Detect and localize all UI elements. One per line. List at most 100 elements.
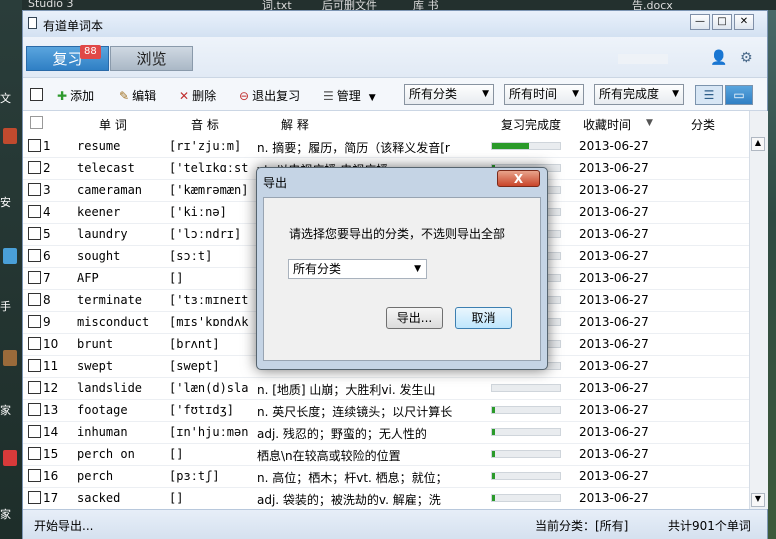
- row-checkbox[interactable]: [28, 337, 41, 350]
- row-phonetic: [ɪn'hjuːmən]: [169, 425, 249, 439]
- row-checkbox[interactable]: [28, 491, 41, 504]
- export-category-select[interactable]: 所有分类 ▼: [288, 259, 427, 279]
- desktop-app-icon[interactable]: [3, 450, 17, 466]
- review-progress-fill: [492, 143, 530, 149]
- vertical-scrollbar[interactable]: ▲ ▼: [749, 111, 768, 509]
- row-phonetic: ['tɜːmɪneɪt]: [169, 293, 249, 307]
- card-view-button[interactable]: ▭: [725, 85, 753, 105]
- table-row[interactable]: 1 resume [rɪ'zjuːm] n. 摘要；履历，简历（该释义发音[r 2013…: [23, 135, 749, 158]
- exit-review-button[interactable]: ⊖ 退出复习: [239, 87, 300, 104]
- export-category-value: 所有分类: [293, 262, 342, 276]
- minimize-button[interactable]: —: [690, 14, 710, 30]
- column-header-category[interactable]: 分类: [691, 116, 715, 133]
- row-word: brunt: [77, 337, 114, 351]
- cancel-button[interactable]: 取消: [455, 307, 512, 329]
- row-checkbox[interactable]: [28, 205, 41, 218]
- review-count-badge: 88: [80, 45, 101, 59]
- progress-filter-select[interactable]: 所有完成度 ▼: [594, 84, 684, 105]
- column-header-progress[interactable]: 复习完成度: [501, 116, 561, 133]
- close-button[interactable]: ✕: [734, 14, 754, 30]
- desktop-app-icon[interactable]: [3, 350, 17, 366]
- add-button[interactable]: ✚ 添加: [57, 87, 94, 104]
- column-header-phonetic[interactable]: 音 标: [191, 116, 219, 133]
- table-row[interactable]: 12 landslide ['læn(d)slaɪd] n. [地质] 山崩；大胜利v…: [23, 377, 749, 400]
- list-view-button[interactable]: ☰: [695, 85, 723, 105]
- toolbar: ✚ 添加 ✎ 编辑 ✕ 删除 ⊖ 退出复习 ☰ 管理 ▼ 所有分类 ▼ 所有时间 ▼ 所有完成度…: [23, 77, 767, 111]
- row-phonetic: []: [169, 271, 184, 285]
- row-date: 2013-06-27: [579, 249, 649, 263]
- row-number: 8: [43, 293, 51, 307]
- row-date: 2013-06-27: [579, 315, 649, 329]
- row-checkbox[interactable]: [28, 183, 41, 196]
- review-progress-fill: [492, 473, 496, 479]
- time-filter-select[interactable]: 所有时间 ▼: [504, 84, 584, 105]
- maximize-button[interactable]: □: [712, 14, 732, 30]
- category-filter-select[interactable]: 所有分类 ▼: [404, 84, 494, 105]
- row-checkbox[interactable]: [28, 271, 41, 284]
- row-number: 5: [43, 227, 51, 241]
- tab-browse[interactable]: 浏览: [110, 46, 193, 71]
- row-phonetic: ['telɪkɑːst]: [169, 161, 249, 175]
- sort-desc-icon: ▼: [646, 118, 653, 128]
- row-checkbox[interactable]: [28, 447, 41, 460]
- row-checkbox[interactable]: [28, 227, 41, 240]
- exit-review-label: 退出复习: [252, 89, 301, 103]
- row-phonetic: [swept]: [169, 359, 220, 373]
- row-checkbox[interactable]: [28, 161, 41, 174]
- export-button[interactable]: 导出...: [386, 307, 443, 329]
- desktop-item-label: 安: [0, 196, 11, 209]
- review-progress-bar: [491, 472, 561, 480]
- desktop-item-label: 家: [0, 404, 11, 417]
- row-checkbox[interactable]: [28, 381, 41, 394]
- row-word: laundry: [77, 227, 128, 241]
- column-header-word[interactable]: 单 词: [99, 116, 127, 133]
- desktop-app-icon[interactable]: [3, 128, 17, 144]
- row-checkbox[interactable]: [28, 359, 41, 372]
- table-row[interactable]: 16 perch [pɜːtʃ] n. 高位；栖木；杆vt. 栖息；就位； 2013-0…: [23, 465, 749, 488]
- delete-label: 删除: [192, 89, 217, 103]
- gear-icon[interactable]: ⚙: [740, 50, 753, 66]
- desktop-item-label: Studio 3: [28, 0, 74, 10]
- row-checkbox[interactable]: [28, 315, 41, 328]
- scroll-down-arrow-icon[interactable]: ▼: [751, 493, 765, 507]
- row-number: 13: [43, 403, 59, 417]
- dialog-close-button[interactable]: X: [497, 170, 540, 187]
- row-word: swept: [77, 359, 114, 373]
- row-number: 14: [43, 425, 59, 439]
- desktop-app-icon[interactable]: [3, 248, 17, 264]
- row-phonetic: [sɔːt]: [169, 249, 213, 263]
- table-row[interactable]: 14 inhuman [ɪn'hjuːmən] adj. 残忍的；野蛮的；无人性的 20…: [23, 421, 749, 444]
- table-row[interactable]: 17 sacked [] adj. 袋装的；被洗劫的v. 解雇；洗 2013-06-27: [23, 487, 749, 509]
- review-progress-bar: [491, 428, 561, 436]
- row-number: 1: [43, 139, 51, 153]
- row-checkbox[interactable]: [28, 139, 41, 152]
- edit-button[interactable]: ✎ 编辑: [119, 87, 156, 104]
- user-icon[interactable]: 👤: [710, 50, 727, 66]
- title-bar[interactable]: 有道单词本 — □ ✕: [23, 11, 767, 37]
- row-checkbox[interactable]: [28, 403, 41, 416]
- table-row[interactable]: 13 footage ['fʊtɪdʒ] n. 英尺长度；连续镜头；以尺计算长 2013…: [23, 399, 749, 422]
- desktop-item-label: 库 书: [413, 0, 439, 10]
- progress-filter-value: 所有完成度: [599, 87, 660, 101]
- review-progress-bar: [491, 406, 561, 414]
- table-row[interactable]: 15 perch on [] 栖息\n在较高或较险的位置 2013-06-27: [23, 443, 749, 466]
- header-checkbox[interactable]: [30, 116, 43, 129]
- column-header-definition[interactable]: 解 释: [281, 116, 309, 133]
- row-number: 6: [43, 249, 51, 263]
- row-number: 9: [43, 315, 51, 329]
- row-checkbox[interactable]: [28, 425, 41, 438]
- review-progress-fill: [492, 407, 496, 413]
- scroll-up-arrow-icon[interactable]: ▲: [751, 137, 765, 151]
- row-checkbox[interactable]: [28, 293, 41, 306]
- select-all-checkbox[interactable]: [30, 88, 43, 101]
- row-phonetic: ['lɔːndrɪ]: [169, 227, 242, 241]
- manage-menu-button[interactable]: ☰ 管理 ▼: [323, 87, 379, 104]
- row-phonetic: ['fʊtɪdʒ]: [169, 403, 235, 417]
- row-checkbox[interactable]: [28, 249, 41, 262]
- row-date: 2013-06-27: [579, 469, 649, 483]
- row-checkbox[interactable]: [28, 469, 41, 482]
- tab-bar: 复习 88 浏览 👤 ⚙: [23, 37, 767, 77]
- delete-button[interactable]: ✕ 删除: [179, 87, 216, 104]
- column-header-date[interactable]: 收藏时间: [583, 116, 631, 133]
- row-date: 2013-06-27: [579, 425, 649, 439]
